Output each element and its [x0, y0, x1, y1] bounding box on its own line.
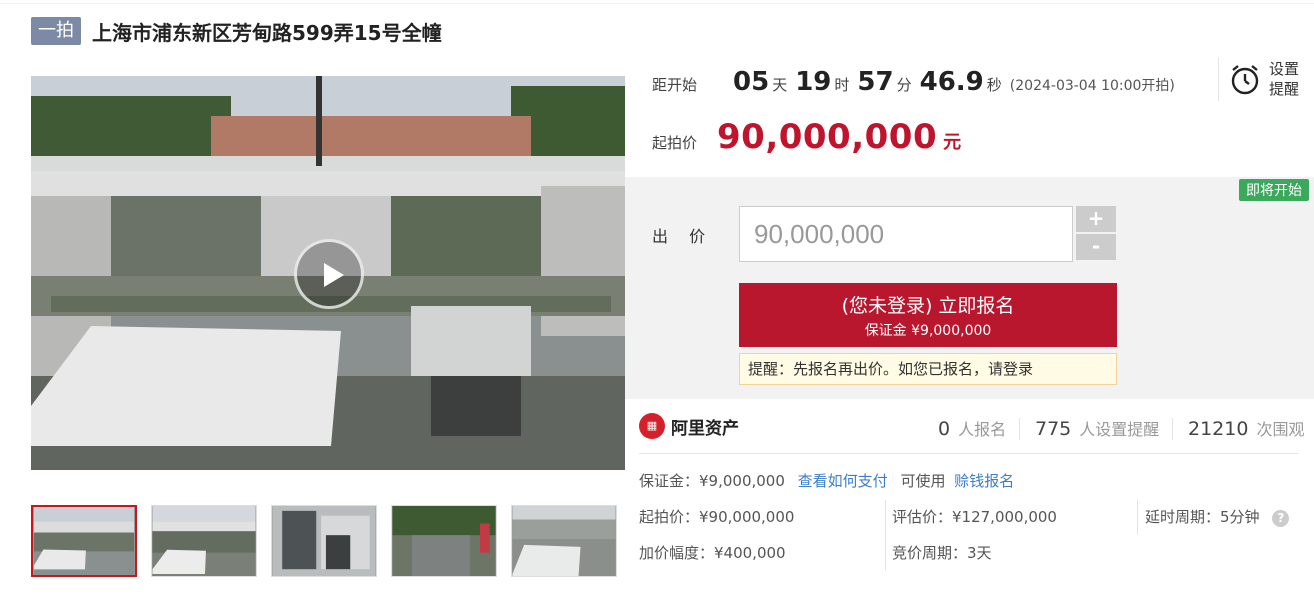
countdown-row: 距开始 05 天 19 时 57 分 46.9 秒 (2024-03-04 10…: [652, 67, 1175, 97]
countdown-hours: 19: [795, 67, 832, 97]
page-header: 一拍 上海市浦东新区芳甸路599弄15号全幢: [31, 16, 442, 46]
delay-period-detail: 延时周期：5分钟: [1145, 508, 1260, 526]
ali-assets-brand: 阿里资产: [671, 418, 739, 439]
countdown-seconds-unit: 秒: [986, 76, 1002, 94]
increment-detail: 加价幅度：¥400,000: [639, 544, 786, 562]
alarm-clock-icon: [1231, 65, 1259, 95]
deposit-text: 保证金：¥9,000,000: [639, 472, 785, 490]
set-reminder-button[interactable]: 设置提醒: [1218, 57, 1314, 101]
registered-num: 0: [938, 418, 951, 440]
auction-round-tag: 一拍: [31, 17, 81, 45]
thumbnail-2-image: [152, 506, 256, 576]
views-num: 21210: [1188, 418, 1249, 440]
details-divider: [885, 500, 886, 570]
thumbnail-1[interactable]: [31, 505, 137, 577]
earn-signup-link[interactable]: 赊钱报名: [954, 472, 1014, 490]
views-label: 次围观: [1256, 420, 1305, 439]
stats-bar: ▦ 阿里资产 0 人报名 775 人设置提醒 21210 次围观: [625, 400, 1314, 454]
delay-period-row: 延时周期：5分钟 ?: [1145, 506, 1290, 527]
countdown-label: 距开始: [652, 76, 698, 94]
stats-bottom-divider: [639, 453, 1299, 454]
countdown-hours-unit: 时: [834, 76, 850, 94]
countdown-minutes-unit: 分: [896, 76, 912, 94]
login-tip: 提醒：先报名再出价。如您已报名，请登录: [739, 353, 1117, 385]
starting-price-unit: 元: [943, 132, 962, 153]
usable-text: 可使用: [900, 472, 946, 490]
thumbnail-4-image: [392, 506, 496, 576]
starting-price-row: 起拍价 90,000,000 元: [652, 117, 961, 157]
page-title: 上海市浦东新区芳甸路599弄15号全幢: [92, 20, 442, 45]
view-count: 21210 次围观: [1188, 416, 1304, 440]
appraisal-detail: 评估价：¥127,000,000: [892, 508, 1057, 526]
stats-divider: [1172, 418, 1173, 440]
bid-amount-input[interactable]: 90,000,000: [739, 206, 1073, 262]
countdown-minutes: 57: [857, 67, 894, 97]
thumbnail-3[interactable]: [271, 505, 377, 577]
starting-price-value: 90,000,000: [717, 117, 938, 157]
start-time: (2024-03-04 10:00开拍): [1009, 78, 1175, 94]
registered-count: 0 人报名: [938, 416, 1006, 440]
countdown-days: 05: [733, 67, 770, 97]
signup-button[interactable]: (您未登录) 立即报名 保证金 ¥9,000,000: [739, 283, 1117, 347]
help-icon[interactable]: ?: [1272, 510, 1290, 527]
thumbnail-strip: [31, 505, 631, 577]
how-to-pay-link[interactable]: 查看如何支付: [798, 472, 888, 490]
countdown-days-unit: 天: [772, 76, 788, 94]
deposit-row: 保证金：¥9,000,000 查看如何支付 可使用 赊钱报名: [639, 470, 1014, 491]
set-reminder-label: 设置提醒: [1269, 60, 1300, 98]
reminder-label: 人设置提醒: [1079, 420, 1160, 439]
thumbnail-2[interactable]: [151, 505, 257, 577]
thumbnail-3-image: [272, 506, 376, 576]
start-price-detail: 起拍价：¥90,000,000: [639, 508, 795, 526]
registered-label: 人报名: [958, 420, 1007, 439]
signup-deposit-label: 保证金 ¥9,000,000: [864, 323, 992, 339]
thumbnail-1-image: [33, 507, 135, 575]
ali-assets-icon: ▦: [639, 413, 665, 439]
thumbnail-4[interactable]: [391, 505, 497, 577]
status-badge: 即将开始: [1239, 179, 1309, 201]
reminder-count: 775 人设置提醒: [1035, 416, 1159, 440]
thumbnail-5-image: [512, 506, 616, 576]
top-divider: [0, 3, 1314, 4]
main-photo[interactable]: [31, 76, 625, 470]
ali-assets-logo: ▦ 阿里资产: [639, 413, 739, 439]
starting-price-label: 起拍价: [652, 134, 698, 152]
signup-button-label: (您未登录) 立即报名: [841, 295, 1015, 317]
bid-label: 出 价: [652, 227, 714, 246]
countdown-seconds: 46.9: [919, 67, 984, 97]
auction-period-detail: 竞价周期：3天: [892, 544, 992, 562]
bid-panel: 即将开始 出 价 90,000,000 + - (您未登录) 立即报名 保证金 …: [625, 177, 1314, 399]
play-video-button[interactable]: [294, 239, 364, 309]
thumbnail-5[interactable]: [511, 505, 617, 577]
increase-bid-button[interactable]: +: [1076, 206, 1116, 232]
details-divider: [1137, 500, 1138, 534]
decrease-bid-button[interactable]: -: [1076, 234, 1116, 260]
reminder-num: 775: [1035, 418, 1072, 440]
stats-divider: [1019, 418, 1020, 440]
